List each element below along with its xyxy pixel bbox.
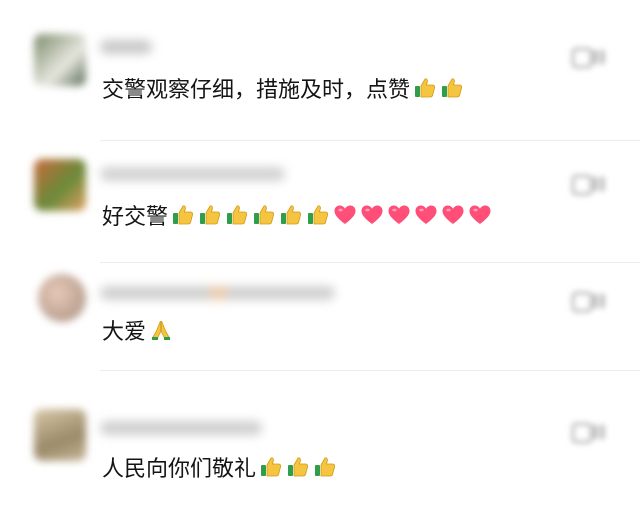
heart-icon (414, 203, 438, 227)
divider (100, 370, 640, 371)
heart-icon (468, 203, 492, 227)
thumbs-up-icon (259, 455, 283, 479)
comment-text: 人民向你们敬礼 (102, 451, 337, 483)
thumbs-up-icon (286, 455, 310, 479)
thumbs-up-icon (198, 203, 222, 227)
comment-text: 交警观察仔细，措施及时，点赞 (102, 72, 464, 104)
like-icon (572, 175, 592, 195)
comment-item: 大爱 (0, 268, 640, 386)
avatar[interactable] (34, 34, 86, 86)
thumbs-up-icon (252, 203, 276, 227)
thumbs-up-icon (413, 76, 437, 100)
emoji-row (168, 203, 492, 227)
comment-text-content: 交警观察仔细，措施及时，点赞 (102, 78, 411, 103)
like-icon (572, 423, 592, 443)
comment-text: 大爱 (102, 314, 173, 346)
comment-item: 好交警 (0, 145, 640, 263)
like-button[interactable] (568, 417, 610, 445)
username-blurred (100, 286, 335, 300)
comment-text-content: 好交警 (102, 205, 169, 230)
emoji-row (410, 76, 464, 100)
username-blurred (100, 421, 262, 435)
username-blurred (100, 167, 285, 181)
thumbs-up-icon (313, 455, 337, 479)
comment-text-content: 大爱 (102, 320, 147, 345)
divider (100, 262, 640, 263)
thumbs-up-icon (171, 203, 195, 227)
folded-hands-icon (149, 318, 173, 342)
heart-icon (333, 203, 357, 227)
comment-text-content: 人民向你们敬礼 (102, 457, 257, 482)
heart-icon (360, 203, 384, 227)
avatar[interactable] (38, 274, 86, 322)
like-icon (572, 292, 592, 312)
avatar[interactable] (34, 409, 86, 461)
avatar[interactable] (34, 159, 86, 211)
emoji-row (146, 318, 173, 342)
username-blurred (100, 40, 152, 54)
comment-item: 交警观察仔细，措施及时，点赞 (0, 20, 640, 138)
like-button[interactable] (568, 286, 610, 314)
heart-icon (441, 203, 465, 227)
heart-icon (387, 203, 411, 227)
like-icon (572, 48, 592, 68)
comment-item: 人民向你们敬礼 (0, 395, 640, 513)
like-button[interactable] (568, 42, 610, 70)
thumbs-up-icon (225, 203, 249, 227)
divider (100, 140, 640, 141)
like-button[interactable] (568, 169, 610, 197)
comment-text: 好交警 (102, 199, 492, 231)
thumbs-up-icon (279, 203, 303, 227)
thumbs-up-icon (306, 203, 330, 227)
emoji-row (256, 455, 337, 479)
thumbs-up-icon (440, 76, 464, 100)
